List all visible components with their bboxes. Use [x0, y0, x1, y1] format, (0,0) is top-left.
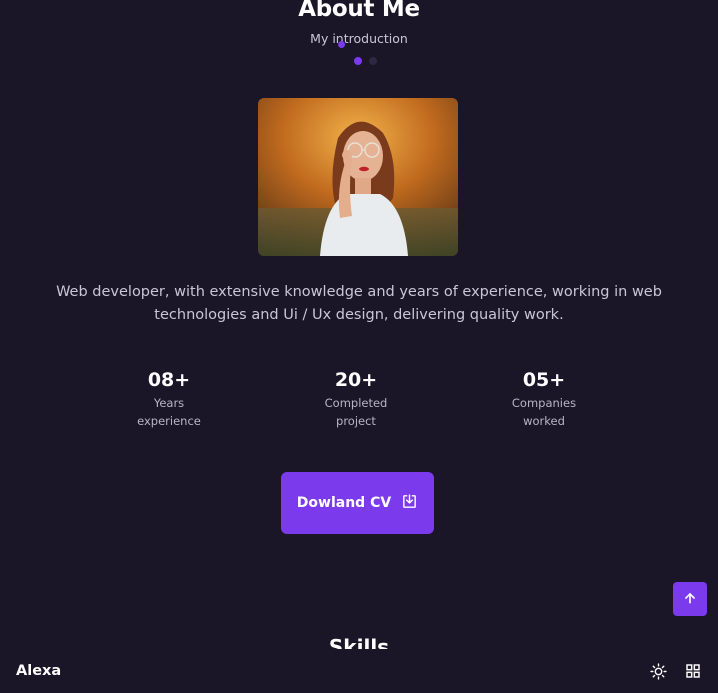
section-subtitle: My introduction	[310, 31, 408, 46]
section-title: About Me	[298, 0, 420, 22]
stat-value: 20+	[334, 369, 378, 391]
stat-label: Completed project	[296, 394, 416, 430]
stat-projects: 20+ Completed project	[296, 368, 416, 430]
scroll-top-button[interactable]	[673, 582, 707, 616]
decorative-dot	[338, 41, 345, 48]
page: About Me My introduction Web developer, …	[0, 0, 718, 693]
profile-photo	[258, 98, 458, 256]
stat-label-line1: Companies	[511, 396, 577, 410]
stat-value: 05+	[522, 369, 566, 391]
sun-icon[interactable]	[649, 662, 667, 680]
brand-logo[interactable]: Alexa	[16, 663, 61, 679]
stat-value: 08+	[147, 369, 191, 391]
stat-label-line2: project	[336, 414, 376, 428]
carousel-dot[interactable]	[369, 57, 377, 65]
stat-label-line2: worked	[523, 414, 565, 428]
about-description: Web developer, with extensive knowledge …	[56, 284, 662, 323]
bottom-navbar: Alexa	[0, 649, 718, 693]
stat-years: 08+ Years experience	[109, 368, 229, 430]
navbar-actions	[649, 662, 702, 680]
download-cv-button[interactable]: Dowland CV	[281, 472, 434, 534]
arrow-up-icon	[683, 590, 697, 609]
carousel-dot-active[interactable]	[354, 57, 362, 65]
grid-icon[interactable]	[684, 662, 702, 680]
download-icon	[401, 493, 418, 514]
stat-label-line1: Years	[153, 396, 185, 410]
stat-label-line1: Completed	[324, 396, 388, 410]
stat-label: Companies worked	[484, 394, 604, 430]
stat-label: Years experience	[109, 394, 229, 430]
stat-label-line2: experience	[137, 414, 201, 428]
carousel-dots	[354, 57, 377, 65]
stat-companies: 05+ Companies worked	[484, 368, 604, 430]
download-cv-label: Dowland CV	[296, 495, 392, 511]
